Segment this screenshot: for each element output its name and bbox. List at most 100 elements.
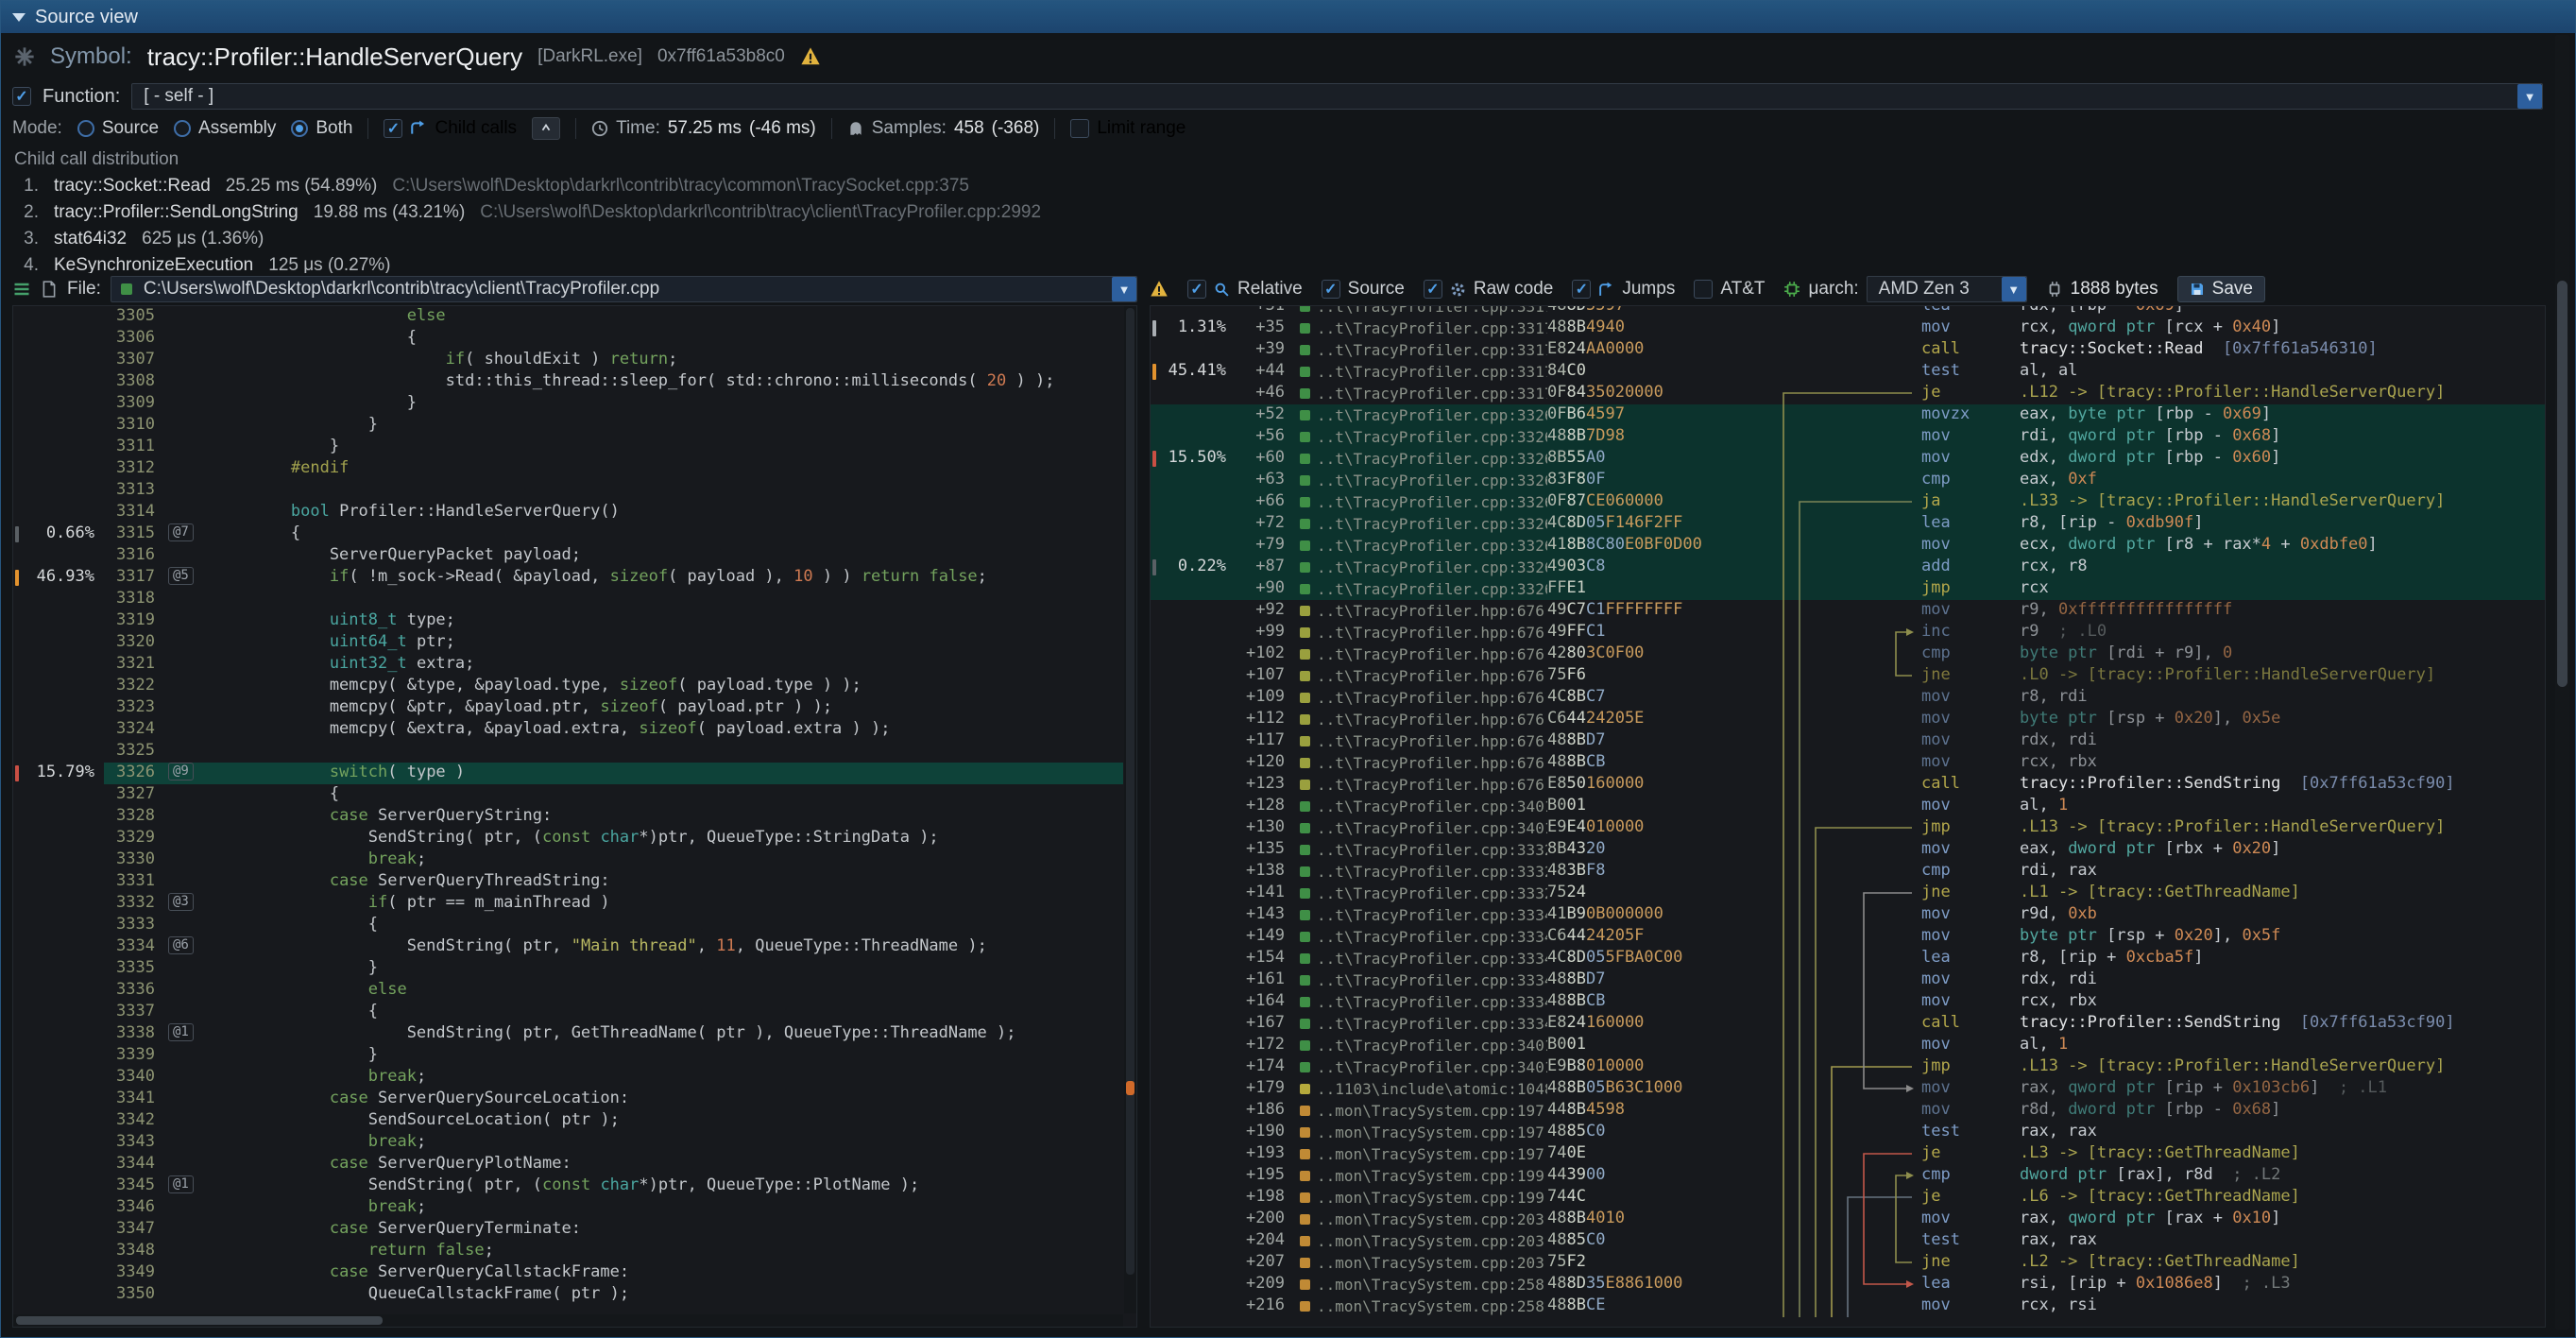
mode-radio-assembly[interactable]: Assembly xyxy=(174,118,276,139)
source-line-row[interactable]: 3319 uint8_t type; xyxy=(13,610,1123,632)
asm-row[interactable]: +200..mon\TracySystem.cpp:203488B4010mov… xyxy=(1151,1209,2545,1230)
function-select[interactable]: [ - self - ] xyxy=(131,83,2543,110)
asm-row[interactable]: +186..mon\TracySystem.cpp:197448B4598mov… xyxy=(1151,1100,2545,1122)
source-line-row[interactable]: 3329 SendString( ptr, (const char*)ptr, … xyxy=(13,828,1123,849)
asm-row[interactable]: +207..mon\TracySystem.cpp:20375F2jne.L2 … xyxy=(1151,1252,2545,1274)
asm-row[interactable]: 15.50%+60..t\TracyProfiler.cpp:33268B55A… xyxy=(1151,448,2545,470)
source-line-row[interactable]: 3318 xyxy=(13,589,1123,610)
child-call-row[interactable]: 2.tracy::Profiler::SendLongString19.88 m… xyxy=(14,199,2575,226)
asm-row[interactable]: +204..mon\TracySystem.cpp:2034885C0testr… xyxy=(1151,1230,2545,1252)
asm-row[interactable]: +123..t\TracyProfiler.hpp:676E850160000c… xyxy=(1151,774,2545,796)
source-checkbox[interactable] xyxy=(1322,280,1340,299)
asm-row[interactable]: +209..mon\TracySystem.cpp:258488D35E8861… xyxy=(1151,1274,2545,1295)
source-line-row[interactable]: 3305 else xyxy=(13,306,1123,328)
asm-row[interactable]: +141..t\TracyProfiler.cpp:33327524jne.L1… xyxy=(1151,883,2545,904)
asm-row[interactable]: +99..t\TracyProfiler.hpp:67649FFC1incr9 … xyxy=(1151,622,2545,643)
source-line-row[interactable]: 3345@1 SendString( ptr, (const char*)ptr… xyxy=(13,1175,1123,1197)
asm-row[interactable]: +167..t\TracyProfiler.cpp:3334E824160000… xyxy=(1151,1013,2545,1035)
scrollbar-thumb[interactable] xyxy=(16,1316,383,1325)
asm-row[interactable]: +56..t\TracyProfiler.cpp:3326488B7D98mov… xyxy=(1151,426,2545,448)
uarch-select[interactable]: AMD Zen 3 xyxy=(1867,276,2027,302)
source-line-row[interactable]: 3338@1 SendString( ptr, GetThreadName( p… xyxy=(13,1023,1123,1045)
child-calls-options-button[interactable] xyxy=(532,117,560,140)
asm-row[interactable]: +102..t\TracyProfiler.hpp:67642803C0F00c… xyxy=(1151,643,2545,665)
save-button[interactable]: Save xyxy=(2177,276,2265,302)
asm-row[interactable]: +190..mon\TracySystem.cpp:1974885C0testr… xyxy=(1151,1122,2545,1143)
child-call-row[interactable]: 4.KeSynchronizeExecution125 μs (0.27%) xyxy=(14,252,2575,273)
source-line-row[interactable]: 3335 } xyxy=(13,958,1123,980)
asm-row[interactable]: +128..t\TracyProfiler.cpp:3401B001moval,… xyxy=(1151,796,2545,817)
asm-row[interactable]: +174..t\TracyProfiler.cpp:3401E9B8010000… xyxy=(1151,1056,2545,1078)
source-line-row[interactable]: 3343 break; xyxy=(13,1132,1123,1154)
raw-code-toggle[interactable]: Raw code xyxy=(1424,279,1554,300)
source-line-row[interactable]: 3336 else xyxy=(13,980,1123,1002)
source-line-row[interactable]: 3340 break; xyxy=(13,1067,1123,1089)
source-line-row[interactable]: 3333 { xyxy=(13,915,1123,936)
asm-row[interactable]: +120..t\TracyProfiler.hpp:676488BCBmovrc… xyxy=(1151,752,2545,774)
relative-toggle[interactable]: Relative xyxy=(1187,279,1303,300)
source-line-row[interactable]: 3331 case ServerQueryThreadString: xyxy=(13,871,1123,893)
source-line-row[interactable]: 3307 if( shouldExit ) return; xyxy=(13,350,1123,371)
mode-radio-source[interactable]: Source xyxy=(77,118,159,139)
asm-row[interactable]: +52..t\TracyProfiler.cpp:33260FB64597mov… xyxy=(1151,404,2545,426)
asm-row[interactable]: +135..t\TracyProfiler.cpp:33328B4320move… xyxy=(1151,839,2545,861)
window-scrollbar[interactable] xyxy=(2555,35,2569,1329)
source-line-row[interactable]: 3316 ServerQueryPacket payload; xyxy=(13,545,1123,567)
menu-icon[interactable] xyxy=(12,280,31,299)
relative-checkbox[interactable] xyxy=(1187,280,1206,299)
att-toggle[interactable]: AT&T xyxy=(1694,279,1765,300)
asm-row[interactable]: +193..mon\TracySystem.cpp:197740Eje.L3 -… xyxy=(1151,1143,2545,1165)
source-line-row[interactable]: 3320 uint64_t ptr; xyxy=(13,632,1123,654)
source-vertical-scrollbar[interactable] xyxy=(1124,306,1136,1313)
source-line-row[interactable]: 3347 case ServerQueryTerminate: xyxy=(13,1219,1123,1241)
source-line-row[interactable]: 3341 case ServerQuerySourceLocation: xyxy=(13,1089,1123,1110)
asm-row[interactable]: +109..t\TracyProfiler.hpp:6764C8BC7movr8… xyxy=(1151,687,2545,709)
source-line-row[interactable]: 3332@3 if( ptr == m_mainThread ) xyxy=(13,893,1123,915)
child-calls-checkbox[interactable] xyxy=(384,119,402,138)
source-line-row[interactable]: 3311 } xyxy=(13,437,1123,458)
source-line-row[interactable]: 3310 } xyxy=(13,415,1123,437)
asm-row[interactable]: +143..t\TracyProfiler.cpp:333441B90B0000… xyxy=(1151,904,2545,926)
asm-row[interactable]: 0.22%+87..t\TracyProfiler.cpp:33264903C8… xyxy=(1151,557,2545,578)
asm-row[interactable]: +46..t\TracyProfiler.cpp:33170F843502000… xyxy=(1151,383,2545,404)
asm-row[interactable]: +164..t\TracyProfiler.cpp:3334488BCBmovr… xyxy=(1151,991,2545,1013)
asm-row[interactable]: +39..t\TracyProfiler.cpp:3317E824AA0000c… xyxy=(1151,339,2545,361)
source-line-row[interactable]: 3328 case ServerQueryString: xyxy=(13,806,1123,828)
asm-row[interactable]: 1.31%+35..t\TracyProfiler.cpp:3317488B49… xyxy=(1151,317,2545,339)
source-line-row[interactable]: 3344 case ServerQueryPlotName: xyxy=(13,1154,1123,1175)
file-select[interactable]: C:\Users\wolf\Desktop\darkrl\contrib\tra… xyxy=(111,276,1137,302)
asm-row[interactable]: +66..t\TracyProfiler.cpp:33260F87CE06000… xyxy=(1151,491,2545,513)
att-checkbox[interactable] xyxy=(1694,280,1713,299)
asm-row[interactable]: +138..t\TracyProfiler.cpp:3332483BF8cmpr… xyxy=(1151,861,2545,883)
asm-row[interactable]: +216..mon\TracySystem.cpp:258488BCEmovrc… xyxy=(1151,1295,2545,1317)
asm-row[interactable]: +161..t\TracyProfiler.cpp:3334488BD7movr… xyxy=(1151,969,2545,991)
source-line-row[interactable]: 3321 uint32_t extra; xyxy=(13,654,1123,676)
source-line-row[interactable]: 15.79%3326@9 switch( type ) xyxy=(13,763,1123,784)
source-line-row[interactable]: 0.66%3315@7 { xyxy=(13,523,1123,545)
asm-row[interactable]: +112..t\TracyProfiler.hpp:676C64424205Em… xyxy=(1151,709,2545,730)
chevron-down-icon[interactable] xyxy=(2002,277,2026,301)
asm-row[interactable]: +117..t\TracyProfiler.hpp:676488BD7movrd… xyxy=(1151,730,2545,752)
source-line-row[interactable]: 3339 } xyxy=(13,1045,1123,1067)
limit-range-checkbox[interactable] xyxy=(1070,119,1089,138)
source-line-row[interactable]: 3348 return false; xyxy=(13,1241,1123,1262)
collapse-icon[interactable] xyxy=(12,13,26,22)
source-line-row[interactable]: 3330 break; xyxy=(13,849,1123,871)
source-line-row[interactable]: 3309 } xyxy=(13,393,1123,415)
source-line-row[interactable]: 3325 xyxy=(13,741,1123,763)
source-line-row[interactable]: 3313 xyxy=(13,480,1123,502)
source-line-row[interactable]: 46.93%3317@5 if( !m_sock->Read( &payload… xyxy=(13,567,1123,589)
child-call-row[interactable]: 3.stat64i32625 μs (1.36%) xyxy=(14,226,2575,252)
source-toggle[interactable]: Source xyxy=(1322,279,1405,300)
asm-row[interactable]: +79..t\TracyProfiler.cpp:3326418B8C80E0B… xyxy=(1151,535,2545,557)
asm-row[interactable]: +90..t\TracyProfiler.cpp:3326FFE1jmprcx xyxy=(1151,578,2545,600)
jumps-checkbox[interactable] xyxy=(1572,280,1591,299)
source-line-row[interactable]: 3306 { xyxy=(13,328,1123,350)
source-line-row[interactable]: 3323 memcpy( &ptr, &payload.ptr, sizeof(… xyxy=(13,697,1123,719)
asm-row[interactable]: +72..t\TracyProfiler.cpp:33264C8D05F146F… xyxy=(1151,513,2545,535)
mode-radio-both[interactable]: Both xyxy=(291,118,352,139)
scrollbar-thumb[interactable] xyxy=(2557,281,2567,687)
function-checkbox[interactable] xyxy=(12,87,31,106)
source-line-row[interactable]: 3308 std::this_thread::sleep_for( std::c… xyxy=(13,371,1123,393)
asm-row[interactable]: +172..t\TracyProfiler.cpp:3401B001moval,… xyxy=(1151,1035,2545,1056)
